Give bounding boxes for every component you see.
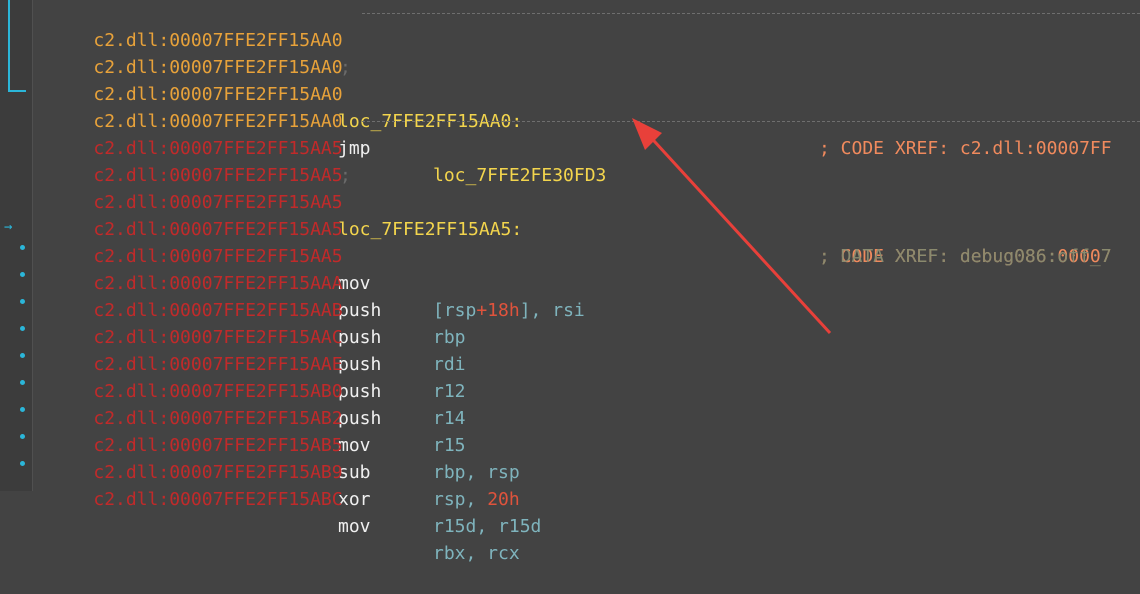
listing-line[interactable]: c2.dll:00007FFE2FF15AAE push r14 [50, 324, 465, 429]
operand: rsp, 20h [433, 486, 520, 513]
listing-line[interactable]: c2.dll:00007FFE2FF15AA5 mov [rsp+18h], r… [50, 216, 584, 321]
mnemonic: mov [338, 435, 371, 456]
breakpoint-dot-icon[interactable] [20, 407, 25, 412]
listing-line[interactable]: c2.dll:00007FFE2FF15AA5 [50, 135, 342, 186]
listing-line[interactable]: c2.dll:00007FFE2FF15AA0 ; [50, 0, 350, 78]
operand: r12 [433, 381, 466, 402]
breakpoint-dot-icon[interactable] [20, 245, 25, 250]
listing-line[interactable]: c2.dll:00007FFE2FF15AB2 mov rbp, rsp [50, 378, 519, 483]
operand: r15d, r15d [433, 516, 542, 537]
operand: rdi [433, 354, 466, 375]
mnemonic: jmp [338, 138, 371, 159]
operand-number: 18h [487, 300, 520, 321]
annotation-arrow-shaft [642, 128, 832, 335]
jump-target[interactable]: loc_7FFE2FE30FD3 [433, 162, 606, 189]
breakpoint-dot-icon[interactable] [20, 326, 25, 331]
mnemonic: mov [338, 516, 371, 537]
code-label[interactable]: loc_7FFE2FF15AA5: [338, 216, 522, 243]
listing-line[interactable]: c2.dll:00007FFE2FF15AAB push rdi [50, 270, 465, 375]
operand-rest: ], rsi [519, 300, 585, 321]
listing-line[interactable]: c2.dll:00007FFE2FF15AB5 sub rsp, 20h [50, 405, 519, 510]
mnemonic: push [338, 300, 382, 321]
separator-line [362, 13, 1140, 14]
address: c2.dll:00007FFE2FF15ABC [93, 489, 343, 510]
breakpoint-dot-icon[interactable] [20, 272, 25, 277]
listing-line[interactable]: c2.dll:00007FFE2FF15AA0 loc_7FFE2FF15AA0… [50, 54, 1111, 159]
annotation-arrow-head [632, 118, 662, 150]
operand-number: 20h [487, 489, 520, 510]
listing-line[interactable]: c2.dll:00007FFE2FF15AAC push r12 [50, 297, 465, 402]
flow-arrow-icon: → [4, 219, 13, 235]
gutter-divider [32, 0, 33, 491]
data-xref-comment[interactable]: ; DATA XREF: debug086:off_7 [819, 243, 1112, 270]
mnemonic: push [338, 408, 382, 429]
listing-line[interactable]: c2.dll:00007FFE2FF15ABC mov rbx, rcx [50, 459, 519, 564]
breakpoint-dot-icon[interactable] [20, 434, 25, 439]
listing-line[interactable]: c2.dll:00007FFE2FF15AB9 xor r15d, r15d [50, 432, 541, 537]
operand: rbp, rsp [433, 462, 520, 483]
operand-register: rsp, [433, 489, 488, 510]
separator-line [362, 121, 1140, 122]
listing-line[interactable]: c2.dll:00007FFE2FF15AA5 loc_7FFE2FF15AA5… [50, 162, 1111, 267]
mnemonic: sub [338, 462, 371, 483]
listing-line[interactable]: c2.dll:00007FFE2FF15AB0 push r15 [50, 351, 465, 456]
breakpoint-dot-icon[interactable] [20, 380, 25, 385]
jump-flow-line [8, 0, 10, 92]
breakpoint-dot-icon[interactable] [20, 353, 25, 358]
mnemonic: push [338, 381, 382, 402]
breakpoint-dot-icon[interactable] [20, 299, 25, 304]
listing-line[interactable]: c2.dll:00007FFE2FF15AA0 [50, 27, 342, 78]
flow-gutter [0, 0, 32, 491]
listing-line[interactable]: c2.dll:00007FFE2FF15AA5 ; DATA XREF: deb… [50, 189, 1111, 267]
listing-line[interactable]: c2.dll:00007FFE2FF15AAA push rbp [50, 243, 465, 348]
listing-line[interactable]: c2.dll:00007FFE2FF15AA5 ; [50, 108, 350, 186]
operand: [rsp+18h], rsi [433, 297, 585, 324]
mnemonic: xor [338, 489, 371, 510]
xref-comment[interactable]: ; CODE XREF: c2.dll:00007FF [819, 135, 1112, 162]
mnemonic: push [338, 327, 382, 348]
operand: r15 [433, 435, 466, 456]
jump-flow-line-end [8, 90, 26, 92]
mnemonic: push [338, 354, 382, 375]
operand: rbp [433, 327, 466, 348]
operand: rbx, rcx [433, 543, 520, 564]
breakpoint-dot-icon[interactable] [20, 461, 25, 466]
operand: r14 [433, 408, 466, 429]
listing-line[interactable]: c2.dll:00007FFE2FF15AA0 jmp loc_7FFE2FE3… [50, 81, 606, 186]
operand-memory: [rsp [433, 300, 477, 321]
operand-plus: + [476, 300, 488, 321]
